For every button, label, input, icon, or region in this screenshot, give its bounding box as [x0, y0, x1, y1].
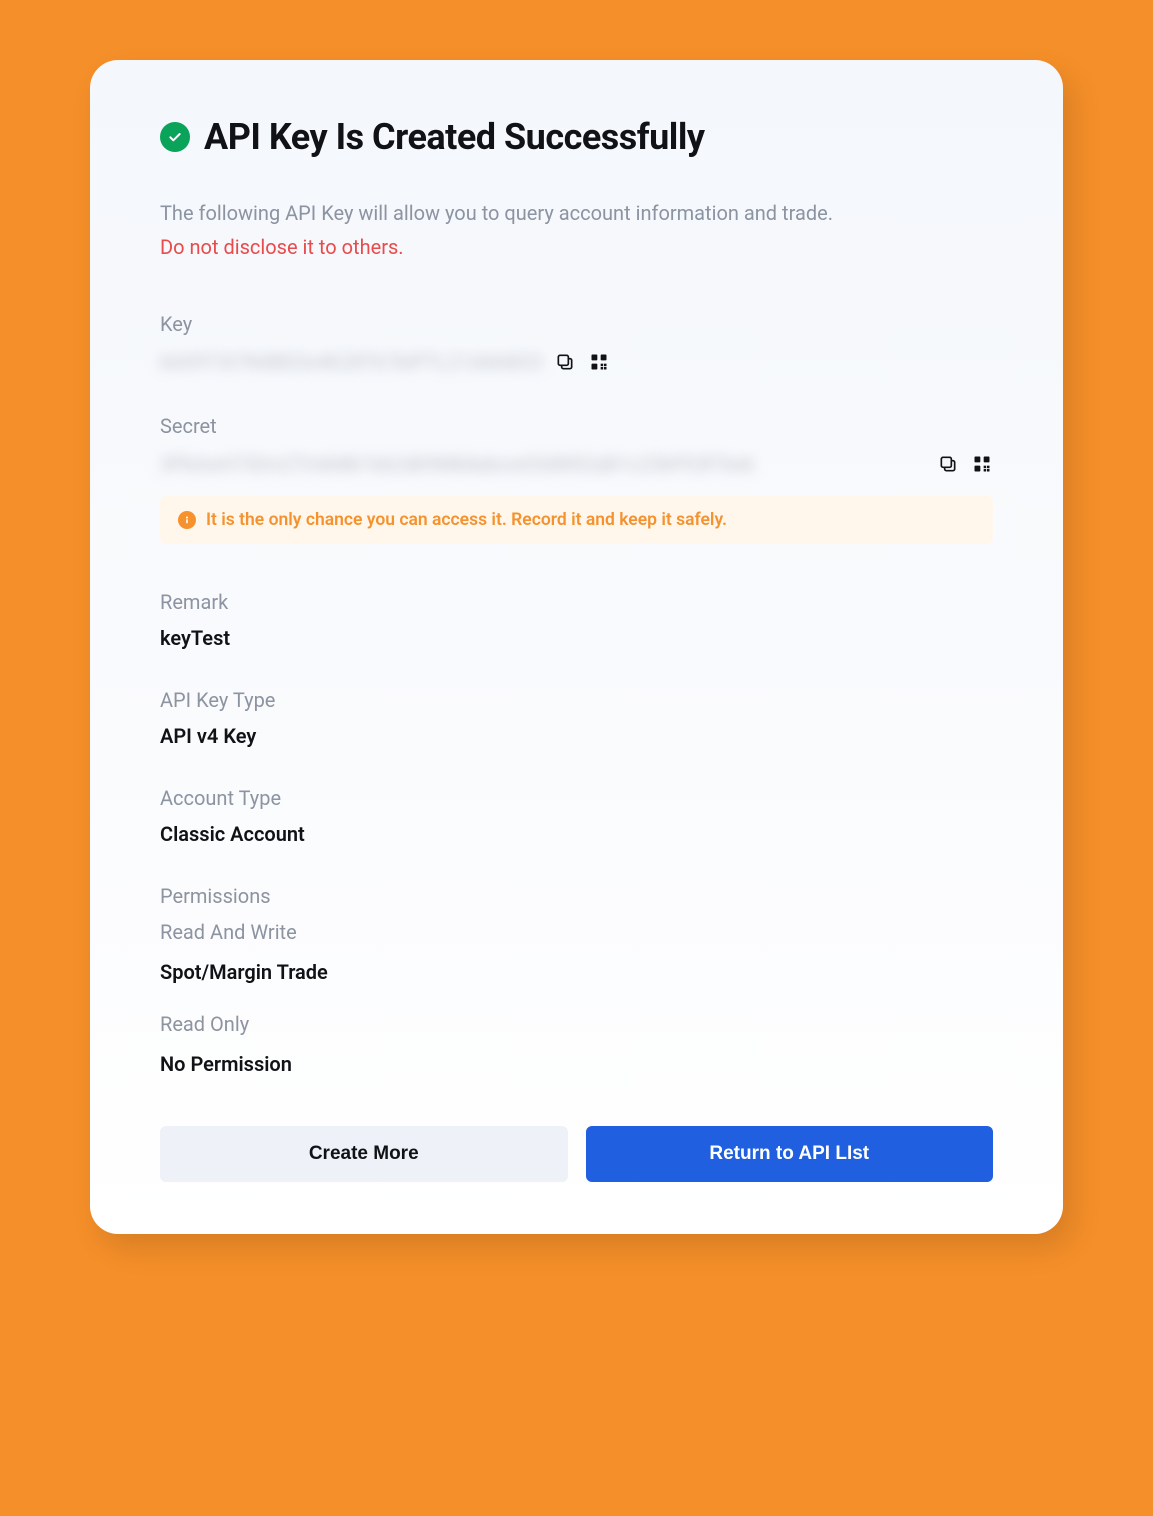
- key-label: Key: [160, 312, 993, 336]
- permissions-label: Permissions: [160, 884, 993, 908]
- copy-key-icon[interactable]: [554, 351, 576, 373]
- button-row: Create More Return to API LIst: [160, 1106, 993, 1182]
- secret-notice: It is the only chance you can access it.…: [160, 496, 993, 544]
- account-type-value: Classic Account: [160, 822, 993, 846]
- key-row: k6X9T3t7N4B03x4K28Tk7bIPTL21d4A8O3: [160, 350, 993, 374]
- permissions-readwrite-label: Read And Write: [160, 920, 993, 944]
- api-key-type-value: API v4 Key: [160, 724, 993, 748]
- notice-text: It is the only chance you can access it.…: [206, 510, 727, 530]
- key-value-masked: k6X9T3t7N4B03x4K28Tk7bIPTL21d4A8O3: [160, 350, 542, 374]
- success-check-icon: [160, 122, 190, 152]
- disclose-warning: Do not disclose it to others.: [160, 232, 993, 262]
- api-key-type-label: API Key Type: [160, 688, 993, 712]
- return-to-api-list-button[interactable]: Return to API LIst: [586, 1126, 994, 1182]
- secret-label: Secret: [160, 414, 993, 438]
- create-more-button[interactable]: Create More: [160, 1126, 568, 1182]
- remark-label: Remark: [160, 590, 993, 614]
- secret-value-masked: 3PkAwH7iDm2TmkMk7eb2dk9Mk8abcw03dN92aB1c…: [160, 452, 925, 476]
- permissions-readonly-value: No Permission: [160, 1052, 993, 1076]
- secret-row: 3PkAwH7iDm2TmkMk7eb2dk9Mk8abcw03dN92aB1c…: [160, 452, 993, 476]
- title-row: API Key Is Created Successfully: [160, 116, 993, 158]
- qr-key-icon[interactable]: [588, 351, 610, 373]
- qr-secret-icon[interactable]: [971, 453, 993, 475]
- description-text: The following API Key will allow you to …: [160, 198, 993, 228]
- account-type-label: Account Type: [160, 786, 993, 810]
- copy-secret-icon[interactable]: [937, 453, 959, 475]
- permissions-readwrite-value: Spot/Margin Trade: [160, 960, 993, 984]
- info-icon: [178, 511, 196, 529]
- remark-value: keyTest: [160, 626, 993, 650]
- api-key-created-card: API Key Is Created Successfully The foll…: [90, 60, 1063, 1234]
- permissions-readonly-label: Read Only: [160, 1012, 993, 1036]
- page-title: API Key Is Created Successfully: [204, 116, 705, 158]
